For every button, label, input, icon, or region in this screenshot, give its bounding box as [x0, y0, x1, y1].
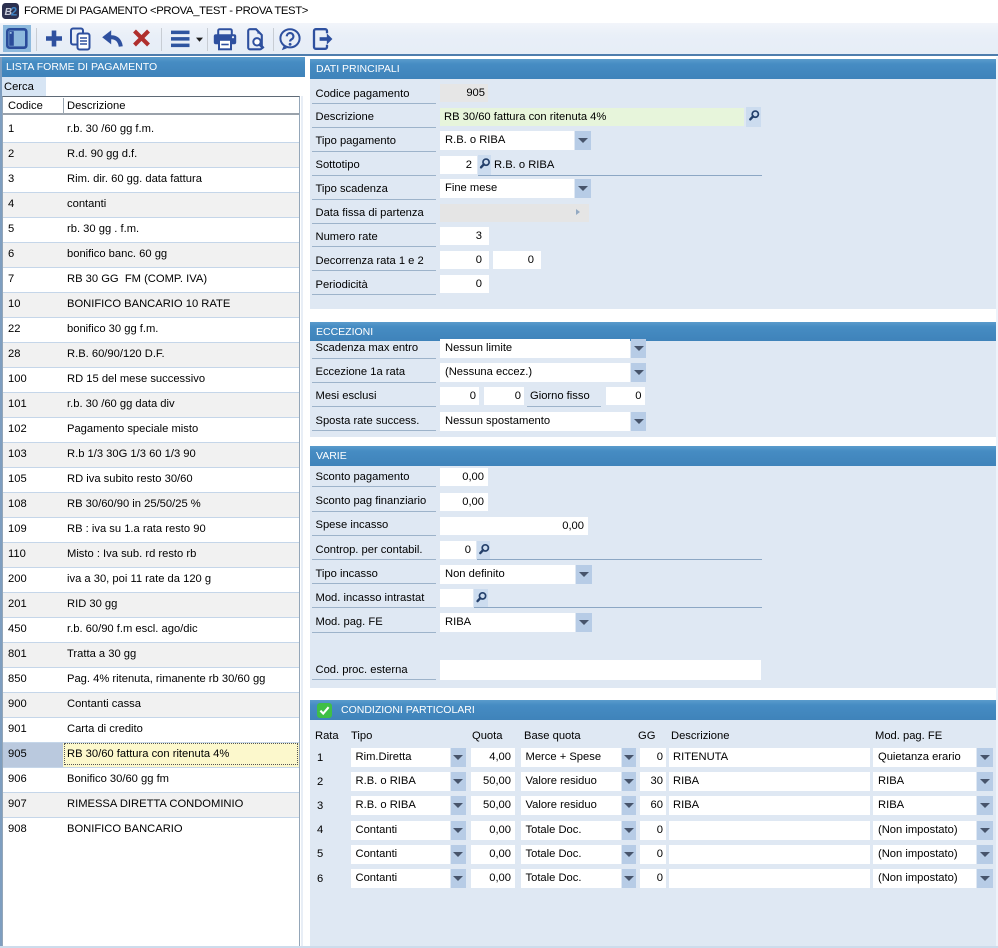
svg-text:2: 2: [11, 7, 17, 19]
